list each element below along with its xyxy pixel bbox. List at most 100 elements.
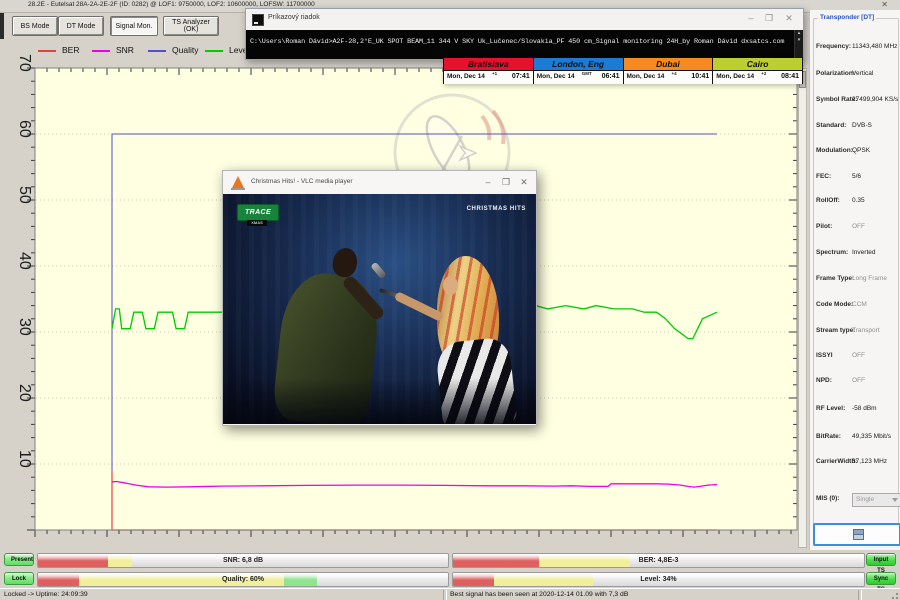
cmd-minimize-button[interactable]: – [743, 13, 759, 23]
clock-city-label: Cairo [713, 58, 802, 71]
tp-value: OFF [852, 223, 865, 230]
quality-bar-label: Quality: 60% [38, 573, 448, 586]
tp-label-mis-0: MIS (0): [816, 495, 839, 502]
level-progressbar: Level: 34% [452, 572, 865, 587]
ts-analyzer-button[interactable]: TS Analyzer (OK) [163, 16, 219, 36]
tp-value: 0.35 [852, 197, 865, 204]
clock-city-label: Dubai [624, 58, 713, 71]
tp-label-modulation: Modulation: [816, 147, 853, 154]
tp-value: 27499,904 KS/s [852, 96, 898, 103]
tp-label-spectrum: Spectrum: [816, 249, 848, 256]
tp-label-issyi: ISSYI [816, 352, 833, 359]
statusbar-divider [858, 590, 862, 600]
microphone-icon [370, 262, 386, 280]
y-axis-label: 70 [16, 54, 33, 72]
vlc-window-title: Christmas Hits! - VLC media player [251, 178, 353, 185]
channel-logo-sub: XMAS [247, 220, 267, 226]
clock-date: Mon, Dec 14 [716, 73, 754, 80]
clock-dubai: DubaiMon, Dec 14+410:41 [624, 58, 714, 84]
bs-mode-button[interactable]: BS Mode [12, 16, 58, 36]
resize-grip[interactable] [891, 592, 899, 600]
present-button[interactable]: Present [4, 553, 34, 566]
tp-value: Transport [852, 327, 880, 334]
tp-label-rf-level: RF Level: [816, 405, 845, 412]
input-ts-button[interactable]: Input TS [866, 553, 896, 566]
ts-tool-button[interactable] [813, 523, 900, 546]
y-axis-label: 30 [16, 318, 33, 336]
tp-value: Long Frame [852, 275, 887, 282]
tp-value: Inverted [852, 249, 876, 256]
world-clocks: BratislavaMon, Dec 14+107:41London, EngM… [443, 58, 803, 84]
tp-value: 37,123 MHz [852, 458, 887, 465]
vlc-close-button[interactable]: ✕ [516, 177, 532, 188]
clock-time: 07:41 [512, 73, 530, 80]
tp-value: CCM [852, 301, 867, 308]
channel-logo: TRACE [237, 204, 279, 221]
y-axis-label: 10 [16, 450, 33, 468]
status-lock-uptime: Locked -> Uptime: 24:09:39 [4, 591, 88, 598]
clock-bratislava: BratislavaMon, Dec 14+107:41 [444, 58, 534, 84]
cmd-maximize-button[interactable]: ❐ [761, 13, 777, 24]
statusbar-divider [443, 590, 447, 600]
transponder-group-label: Transponder [DT] [818, 14, 876, 21]
tp-label-frequency: Frequency: [816, 43, 851, 50]
clock-london-eng: London, EngMon, Dec 14GMT06:41 [534, 58, 624, 84]
y-axis-label: 20 [16, 384, 33, 402]
vlc-cone-icon [232, 176, 244, 188]
clock-time: 08:41 [781, 73, 799, 80]
scroll-up-icon[interactable]: ▴ [795, 30, 803, 37]
ber-progressbar: BER: 4,8E-3 [452, 553, 865, 568]
vlc-minimize-button[interactable]: – [480, 177, 496, 187]
tp-label-fec: FEC: [816, 173, 831, 180]
cmd-prompt-line: C:\Users\Roman Dávid>A2F-28,2°E_UK SPOT … [250, 38, 793, 46]
sync-ts-button[interactable]: Sync TS [866, 572, 896, 585]
quality-progressbar: Quality: 60% [37, 572, 449, 587]
close-icon[interactable]: ✕ [881, 0, 888, 9]
clock-city-label: Bratislava [444, 58, 533, 71]
clock-utc-offset: +1 [492, 71, 497, 76]
transponder-groupbox [813, 18, 899, 528]
cmd-console[interactable]: C:\Users\Roman Dávid>A2F-28,2°E_UK SPOT … [246, 30, 803, 59]
app-window: 28.2E - Eutelsat 28A-2A-2E-2F (ID: 0282)… [0, 0, 900, 600]
cmd-scrollbar[interactable]: ▴ ▾ [794, 30, 803, 59]
clock-city-label: London, Eng [534, 58, 623, 71]
tp-label-stream-type: Stream type: [816, 327, 855, 334]
vlc-maximize-button[interactable]: ❐ [498, 177, 514, 188]
tp-label-code-mode: Code Mode: [816, 301, 853, 308]
snr-progressbar: SNR: 6,8 dB [37, 553, 449, 568]
mis-select[interactable]: Single [852, 493, 900, 507]
cmd-window-title: Príkazový riadok [268, 14, 320, 21]
scroll-down-icon[interactable]: ▾ [795, 37, 803, 44]
chart-scrollbar[interactable] [798, 68, 807, 548]
signal-mon-button[interactable]: Signal Mon. [110, 16, 158, 36]
tp-value: 11343,480 MHz [852, 43, 897, 50]
tp-value: DVB-S [852, 122, 872, 129]
y-axis-label: 50 [16, 186, 33, 204]
chevron-down-icon [892, 498, 898, 502]
clock-time-cell: Mon, Dec 14+208:41 [713, 71, 802, 84]
clock-time-cell: Mon, Dec 14+107:41 [444, 71, 533, 84]
tp-value: OFF [852, 377, 865, 384]
vlc-video[interactable]: TRACE XMAS CHRISTMAS HITS [223, 194, 536, 424]
tp-label-bitrate: BitRate: [816, 433, 841, 440]
window-stack-icon [853, 534, 864, 540]
cmd-close-button[interactable]: ✕ [781, 13, 797, 24]
snr-bar-label: SNR: 6,8 dB [38, 554, 448, 567]
toolbar-grip[interactable] [0, 13, 4, 39]
tp-label-standard: Standard: [816, 122, 846, 129]
cmd-titlebar[interactable]: Príkazový riadok – ❐ ✕ [246, 9, 803, 30]
tp-label-polarization: Polarization: [816, 70, 855, 77]
clock-utc-offset: +4 [672, 71, 677, 76]
vlc-window: Christmas Hits! - VLC media player – ❐ ✕… [222, 170, 537, 426]
tp-value: 5/6 [852, 173, 861, 180]
vlc-titlebar[interactable]: Christmas Hits! - VLC media player – ❐ ✕ [223, 171, 536, 195]
clock-utc-offset: GMT [582, 71, 592, 76]
clock-time-cell: Mon, Dec 14+410:41 [624, 71, 713, 84]
lock-button[interactable]: Lock [4, 572, 34, 585]
level-bar-label: Level: 34% [453, 573, 864, 586]
tp-label-rolloff: RollOff: [816, 197, 840, 204]
dt-mode-button[interactable]: DT Mode [58, 16, 104, 36]
window-title: 28.2E - Eutelsat 28A-2A-2E-2F (ID: 0282)… [28, 1, 315, 8]
tp-value: -58 dBm [852, 405, 877, 412]
ber-bar-label: BER: 4,8E-3 [453, 554, 864, 567]
